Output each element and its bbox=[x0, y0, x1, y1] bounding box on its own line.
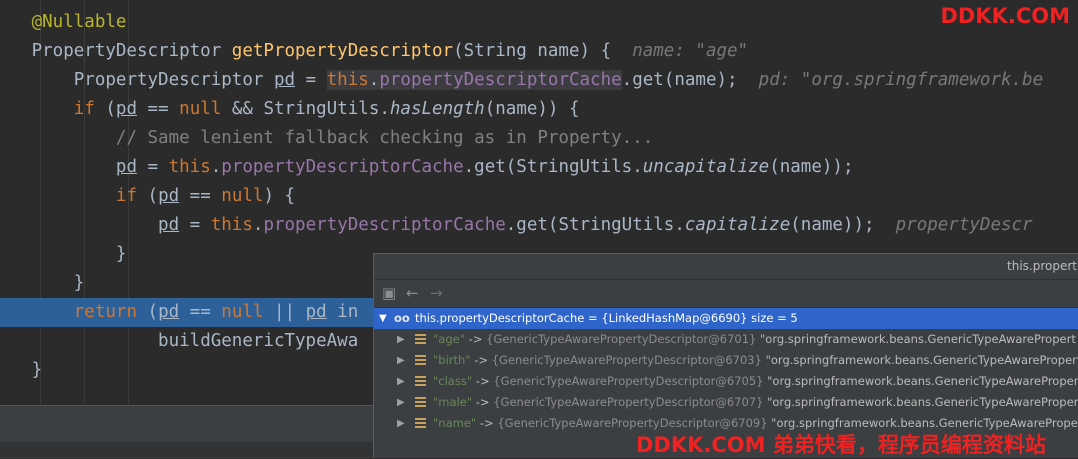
map-entry-row[interactable]: ▶ "age" -> {GenericTypeAwarePropertyDesc… bbox=[374, 329, 1078, 350]
evaluation-popup[interactable]: this.propert ▣ ← → ▼ oo this.propertyDes… bbox=[373, 253, 1078, 458]
field-icon bbox=[415, 355, 426, 366]
field-icon bbox=[415, 418, 426, 429]
field-icon bbox=[415, 397, 426, 408]
popup-title: this.propert bbox=[1007, 259, 1077, 273]
arrow-left-icon[interactable]: ← bbox=[406, 284, 419, 302]
map-entry-row[interactable]: ▶ "male" -> {GenericTypeAwarePropertyDes… bbox=[374, 392, 1078, 413]
code-line-6: pd = this.propertyDescriptorCache.get(St… bbox=[115, 157, 854, 177]
code-line-7: if (pd == null) { bbox=[115, 186, 296, 206]
tree-root-row[interactable]: ▼ oo this.propertyDescriptorCache = {Lin… bbox=[374, 308, 1078, 329]
expand-arrow-icon[interactable]: ▶ bbox=[397, 392, 405, 413]
arrow-right-icon[interactable]: → bbox=[430, 284, 443, 302]
inline-debug-value: pd: "org.springframework.be bbox=[758, 70, 1044, 90]
code-line-3: PropertyDescriptor pd = this.propertyDes… bbox=[73, 70, 1044, 90]
field-icon bbox=[415, 334, 426, 345]
expand-arrow-icon[interactable]: ▶ bbox=[397, 350, 405, 371]
field-icon bbox=[415, 376, 426, 387]
code-line-1: @Nullable bbox=[31, 12, 127, 32]
code-line-4: if (pd == null && StringUtils.hasLength(… bbox=[73, 99, 580, 119]
popup-toolbar: ▣ ← → bbox=[374, 279, 1078, 308]
bottom-strip bbox=[0, 442, 374, 457]
bookmark-icon[interactable]: ▣ bbox=[382, 284, 396, 302]
code-line-2: PropertyDescriptor getPropertyDescriptor… bbox=[31, 41, 749, 61]
expand-arrow-icon[interactable]: ▶ bbox=[397, 371, 405, 392]
map-entry-row[interactable]: ▶ "class" -> {GenericTypeAwarePropertyDe… bbox=[374, 371, 1078, 392]
code-line-8: pd = this.propertyDescriptorCache.get(St… bbox=[158, 215, 1033, 235]
expand-arrow-icon[interactable]: ▶ bbox=[397, 329, 405, 350]
watch-icon: oo bbox=[394, 311, 410, 325]
inline-debug-value: propertyDescr bbox=[895, 215, 1033, 235]
watermark-bottom: DDKK.COM 弟弟快看，程序员编程资料站 bbox=[636, 433, 1046, 457]
inline-debug-value: name: "age" bbox=[632, 41, 749, 61]
expand-arrow-icon[interactable]: ▶ bbox=[397, 413, 405, 434]
code-line-5: // Same lenient fallback checking as in … bbox=[115, 128, 654, 148]
watermark-top: DDKK.COM bbox=[940, 4, 1070, 28]
expand-arrow-icon[interactable]: ▼ bbox=[379, 308, 387, 329]
map-entry-row[interactable]: ▶ "birth" -> {GenericTypeAwarePropertyDe… bbox=[374, 350, 1078, 371]
